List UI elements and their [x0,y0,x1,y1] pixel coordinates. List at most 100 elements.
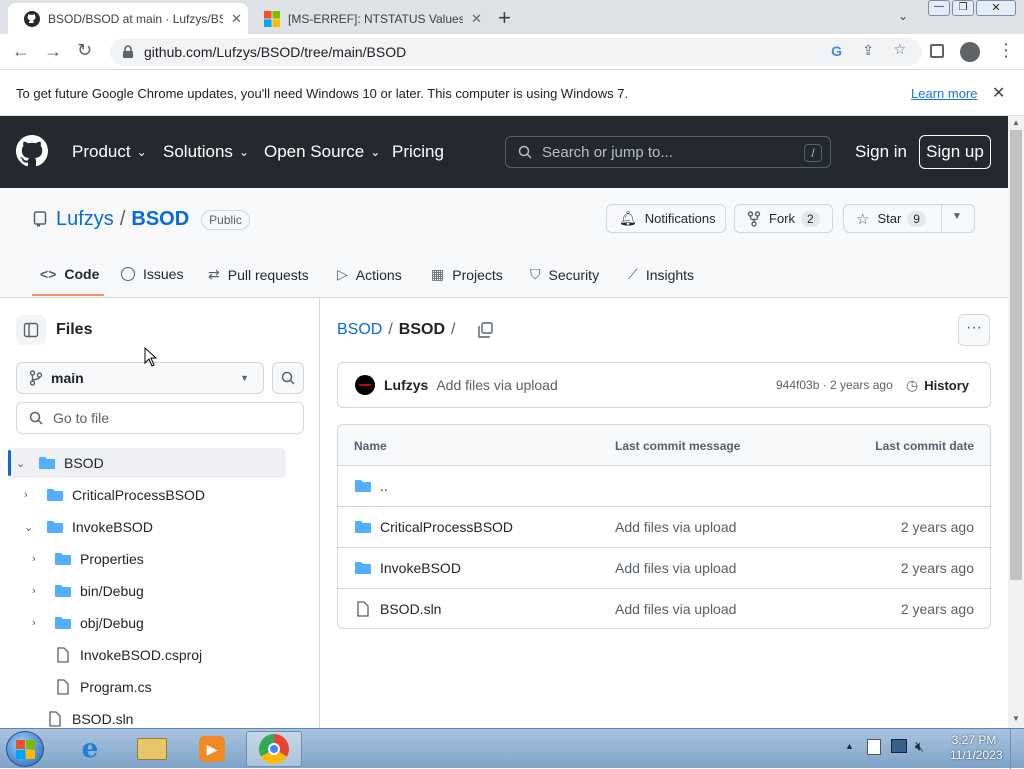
folder-icon [47,489,63,501]
browser-tab-active[interactable]: BSOD/BSOD at main · Lufzys/BSOD ✕ [8,3,248,34]
nav-solutions[interactable]: Solutions ⌄ [163,142,249,162]
page-scrollbar[interactable]: ▲ ▼ [1008,116,1024,728]
tab-issues[interactable]: Issues [121,266,183,282]
file-commit-message[interactable]: Add files via upload [615,601,736,617]
go-to-file-input[interactable]: Go to file [16,402,304,434]
star-button[interactable]: ☆ Star 9 ▼ [843,204,975,233]
folder-icon [355,480,371,492]
collapse-sidebar-button[interactable] [16,315,46,345]
forward-arrow-icon[interactable]: → [44,41,62,62]
start-button[interactable] [6,731,44,767]
back-arrow-icon[interactable]: ← [12,41,30,62]
minimize-button[interactable]: — [928,0,950,16]
tree-item-obj-debug[interactable]: › obj/Debug [32,609,144,637]
tab-insights[interactable]: ⟋ Insights [628,266,694,283]
commit-author-link[interactable]: Lufzys [384,377,428,393]
tab-close-icon[interactable]: ✕ [231,11,242,27]
tab-actions-label: Actions [355,266,402,283]
maximize-button[interactable]: ❐ [952,0,974,16]
history-label: History [924,377,970,393]
file-explorer-taskbar-icon[interactable] [124,731,180,767]
star-dropdown-icon[interactable]: ▼ [952,211,962,222]
tab-pull-requests[interactable]: ⇄ Pull requests [208,266,309,283]
copy-path-icon[interactable] [477,322,494,338]
repo-name-link[interactable]: BSOD [131,208,189,231]
tree-item-invokebsod[interactable]: ⌄ InvokeBSOD [24,513,153,541]
file-name-link[interactable]: InvokeBSOD [380,560,461,576]
close-window-button[interactable]: ✕ [976,0,1016,16]
repo-owner-link[interactable]: Lufzys [56,208,114,231]
commit-message-link[interactable]: Add files via upload [436,377,557,393]
scroll-up-arrow-icon[interactable]: ▲ [1012,118,1020,127]
clock[interactable]: 3:27 PM 11/1/2023 [950,733,1003,763]
tree-item-invokebsod-csproj[interactable]: InvokeBSOD.csproj [56,641,202,669]
github-logo-icon[interactable] [16,135,48,167]
browser-tab[interactable]: [MS-ERREF]: NTSTATUS Values | Microsoft … [248,3,488,34]
scrollbar-thumb[interactable] [1010,130,1022,580]
search-input[interactable]: Search or jump to... / [505,136,831,168]
nav-open-source[interactable]: Open Source ⌄ [264,142,380,162]
tab-code[interactable]: <> Code [40,266,99,282]
tree-item-properties[interactable]: › Properties [32,545,144,573]
side-panel-icon[interactable] [930,44,944,58]
parent-directory-row[interactable]: .. [338,465,990,506]
google-g-icon[interactable]: G [831,43,842,59]
tab-search-chevron-icon[interactable]: ⌄ [898,9,908,23]
volume-icon[interactable]: 🔇︎ [915,738,924,755]
infobar-close-icon[interactable]: ✕ [992,83,1005,103]
tree-item-criticalprocessbsod[interactable]: › CriticalProcessBSOD [24,481,205,509]
profile-avatar-icon[interactable] [960,42,980,62]
folder-icon [55,585,71,597]
learn-more-link[interactable]: Learn more [911,86,977,101]
tree-item-bsod-sln[interactable]: BSOD.sln [48,705,133,728]
fork-button[interactable]: Fork 2 [734,204,833,233]
chevron-down-icon: ⌄ [238,145,249,159]
more-options-button[interactable]: ··· [958,314,990,346]
file-commit-message[interactable]: Add files via upload [615,560,736,576]
scroll-down-arrow-icon[interactable]: ▼ [1012,714,1020,723]
network-icon[interactable] [891,739,907,753]
sign-up-button[interactable]: Sign up [919,135,991,169]
file-commit-message[interactable]: Add files via upload [615,519,736,535]
commit-meta[interactable]: 944f03b · 2 years ago [776,378,893,392]
nav-pricing[interactable]: Pricing [392,142,444,162]
address-bar[interactable]: github.com/Lufzys/BSOD/tree/main/BSOD G … [110,38,922,66]
chrome-menu-icon[interactable]: ⋮ [997,40,1015,61]
internet-explorer-taskbar-icon[interactable]: e [62,731,118,767]
tree-item-bsod[interactable]: ⌄ BSOD [16,449,104,477]
file-name-link[interactable]: CriticalProcessBSOD [380,519,513,535]
sign-in-link[interactable]: Sign in [855,142,907,162]
parent-directory-link[interactable]: .. [380,478,388,494]
new-tab-button[interactable]: + [498,5,511,31]
author-avatar[interactable] [355,375,375,395]
search-icon [518,145,532,159]
bell-icon: 🔔︎ [619,210,637,226]
tree-selected-marker [8,450,11,476]
tree-item-program-cs[interactable]: Program.cs [56,673,152,701]
sidebar-collapse-icon [23,322,39,338]
history-button[interactable]: ◷ History [906,377,969,394]
table-icon: ▦ [431,266,445,282]
breadcrumb-root-link[interactable]: BSOD [337,321,382,339]
search-icon [281,371,295,385]
branch-selector[interactable]: main ▼ [16,362,264,394]
tab-security[interactable]: ⛉ Security [530,266,599,283]
file-commit-date: 2 years ago [900,560,974,576]
media-player-taskbar-icon[interactable]: ▶ [184,731,240,767]
tab-close-icon[interactable]: ✕ [471,11,482,27]
show-desktop-button[interactable] [1010,729,1024,769]
reload-icon[interactable]: ↻ [77,40,92,61]
share-icon[interactable]: ⇪ [862,42,874,59]
search-files-button[interactable] [272,362,304,394]
bookmark-star-icon[interactable]: ☆ [893,41,906,58]
tree-item-bin-debug[interactable]: › bin/Debug [32,577,144,605]
tab-projects[interactable]: ▦ Projects [431,266,503,283]
tree-item-label: CriticalProcessBSOD [72,487,206,503]
chrome-taskbar-icon[interactable] [246,731,302,767]
tab-actions[interactable]: ▷ Actions [337,266,402,283]
show-hidden-icons-icon[interactable]: ▲ [845,741,854,751]
notifications-button[interactable]: 🔔︎ Notifications [606,204,726,233]
nav-product[interactable]: Product ⌄ [72,142,147,162]
file-name-link[interactable]: BSOD.sln [380,601,441,617]
action-center-flag-icon[interactable] [867,739,881,755]
